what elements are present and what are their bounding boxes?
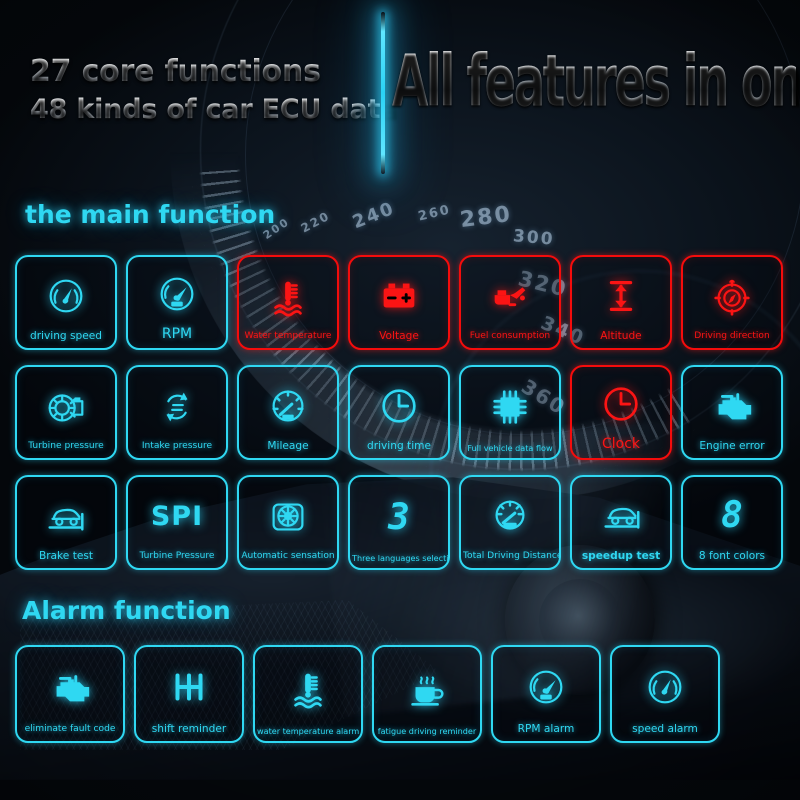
feature-tile-altitude[interactable]: Altitude [570, 255, 672, 350]
car-brake-icon [17, 477, 115, 551]
digit-8-icon: 8 [683, 477, 781, 551]
feature-tile-label: shift reminder [151, 722, 227, 735]
recycle-arrows-icon [128, 367, 226, 442]
feature-tile-label: Intake pressure [141, 441, 213, 452]
engine-icon [683, 367, 781, 441]
headline-all-features: All features in one device [392, 39, 800, 124]
feature-tile-label: Engine error [699, 439, 765, 452]
clock-icon [572, 367, 670, 437]
feature-tile-rpm[interactable]: RPM [126, 255, 228, 350]
feature-tile-label: water temperature alarm [257, 725, 360, 736]
feature-tile-label: Driving direction [694, 331, 770, 342]
feature-tile-label: Turbine Pressure [139, 551, 215, 562]
feature-tile-label: Fuel consumption [469, 331, 551, 342]
coffee-cup-icon [374, 647, 480, 727]
feature-tile-voltage[interactable]: Voltage [348, 255, 450, 350]
feature-tile-mileage[interactable]: Mileage [237, 365, 339, 460]
feature-tile-label: Automatic sensation [241, 551, 335, 562]
oil-can-icon [461, 257, 559, 332]
header-left-text: 27 core functions 48 kinds of car ECU da… [30, 52, 398, 128]
gear-shift-icon [136, 647, 242, 724]
feature-tile-water-temperature-alarm[interactable]: water temperature alarm [253, 645, 363, 743]
feature-tile-label: driving speed [29, 329, 103, 342]
turbine-fan-icon [239, 477, 337, 552]
gauge-icon [239, 367, 337, 441]
compass-icon [683, 257, 781, 332]
feature-row-2: Turbine pressure Intake pressure Mileage dr… [15, 365, 783, 460]
headline-core-functions: 27 core functions [30, 52, 380, 92]
feature-tile-turbine-pressure[interactable]: Turbine pressure [15, 365, 117, 460]
feature-tile-rpm-alarm[interactable]: RPM alarm [491, 645, 601, 743]
feature-tile-label: 8 font colors [698, 549, 766, 562]
feature-tile-label: driving time [367, 439, 431, 452]
section-title-main-function: the main function [25, 200, 276, 229]
feature-tile-water-temperature[interactable]: Water temperature [237, 255, 339, 350]
water-temp-icon [255, 647, 361, 727]
feature-tile-engine-error[interactable]: Engine error [681, 365, 783, 460]
header-glow-divider [381, 12, 385, 174]
feature-tile-label: RPM [161, 326, 193, 343]
header-banner: 27 core functions 48 kinds of car ECU da… [0, 0, 800, 178]
digit-8-icon-glyph: 8 [721, 495, 743, 537]
feature-tile-fuel-consumption[interactable]: Fuel consumption [459, 255, 561, 350]
speedometer-icon [17, 257, 115, 331]
feature-tile-label: eliminate fault code [24, 724, 116, 735]
feature-tile-eliminate-fault-code[interactable]: eliminate fault code [15, 645, 125, 743]
feature-tile-intake-pressure[interactable]: Intake pressure [126, 365, 228, 460]
feature-tile-label: Mileage [267, 439, 309, 452]
feature-tile-shift-reminder[interactable]: shift reminder [134, 645, 244, 743]
speedometer-icon [612, 647, 718, 724]
feature-tile-brake-test[interactable]: Brake test [15, 475, 117, 570]
spi-text-icon: SPI [128, 477, 226, 552]
headline-ecu-data: 48 kinds of car ECU data [30, 92, 398, 128]
feature-tile-label: speedup test [581, 549, 661, 562]
feature-tile-label: Clock [601, 436, 641, 453]
feature-row-1: driving speed RPM Water temperature Voltage… [15, 255, 783, 350]
feature-tile-label: RPM alarm [517, 722, 575, 735]
feature-tile-label: Water temperature [244, 331, 332, 342]
feature-tile-turbine-pressure[interactable]: SPI Turbine Pressure [126, 475, 228, 570]
feature-tile-full-vehicle-data-flow[interactable]: Full vehicle data flow [459, 365, 561, 460]
feature-tile-8-font-colors[interactable]: 8 8 font colors [681, 475, 783, 570]
car-speedup-icon [572, 477, 670, 551]
feature-tile-label: Three languages selection [352, 552, 450, 563]
section-title-alarm-function: Alarm function [22, 596, 231, 625]
tachometer-icon [128, 257, 226, 327]
digit-3-icon: 3 [350, 477, 448, 554]
feature-row-3: Brake test SPI Turbine Pressure Automatic s… [15, 475, 783, 570]
engine-icon [17, 647, 123, 725]
feature-tile-fatigue-driving-reminder[interactable]: fatigue driving reminder [372, 645, 482, 743]
feature-tile-driving-speed[interactable]: driving speed [15, 255, 117, 350]
feature-tile-driving-time[interactable]: driving time [348, 365, 450, 460]
alarm-feature-row: eliminate fault code shift reminder water … [15, 645, 720, 743]
feature-tile-label: speed alarm [632, 722, 698, 735]
feature-tile-three-languages-selection[interactable]: 3 Three languages selection [348, 475, 450, 570]
feature-tile-speedup-test[interactable]: speedup test [570, 475, 672, 570]
feature-tile-label: Altitude [600, 329, 642, 342]
feature-tile-total-driving-distance[interactable]: Total Driving Distance [459, 475, 561, 570]
feature-tile-label: fatigue driving reminder [377, 725, 477, 736]
feature-tile-label: Brake test [38, 549, 94, 562]
tachometer-icon [493, 647, 599, 724]
odometer-icon [461, 477, 559, 552]
chip-icon [461, 367, 559, 444]
spi-text-icon-glyph: SPI [150, 501, 204, 533]
clock-icon [350, 367, 448, 441]
feature-tile-clock[interactable]: Clock [570, 365, 672, 460]
turbocharger-icon [17, 367, 115, 442]
digit-3-icon-glyph: 3 [388, 496, 410, 538]
feature-tile-label: Total Driving Distance [463, 551, 561, 562]
water-temp-icon [239, 257, 337, 332]
feature-tile-driving-direction[interactable]: Driving direction [681, 255, 783, 350]
feature-tile-label: Turbine pressure [28, 441, 104, 452]
feature-tile-label: Full vehicle data flow [467, 442, 553, 453]
feature-tile-automatic-sensation[interactable]: Automatic sensation [237, 475, 339, 570]
battery-icon [350, 257, 448, 331]
feature-tile-speed-alarm[interactable]: speed alarm [610, 645, 720, 743]
altitude-arrows-icon [572, 257, 670, 331]
feature-tile-label: Voltage [379, 329, 419, 342]
